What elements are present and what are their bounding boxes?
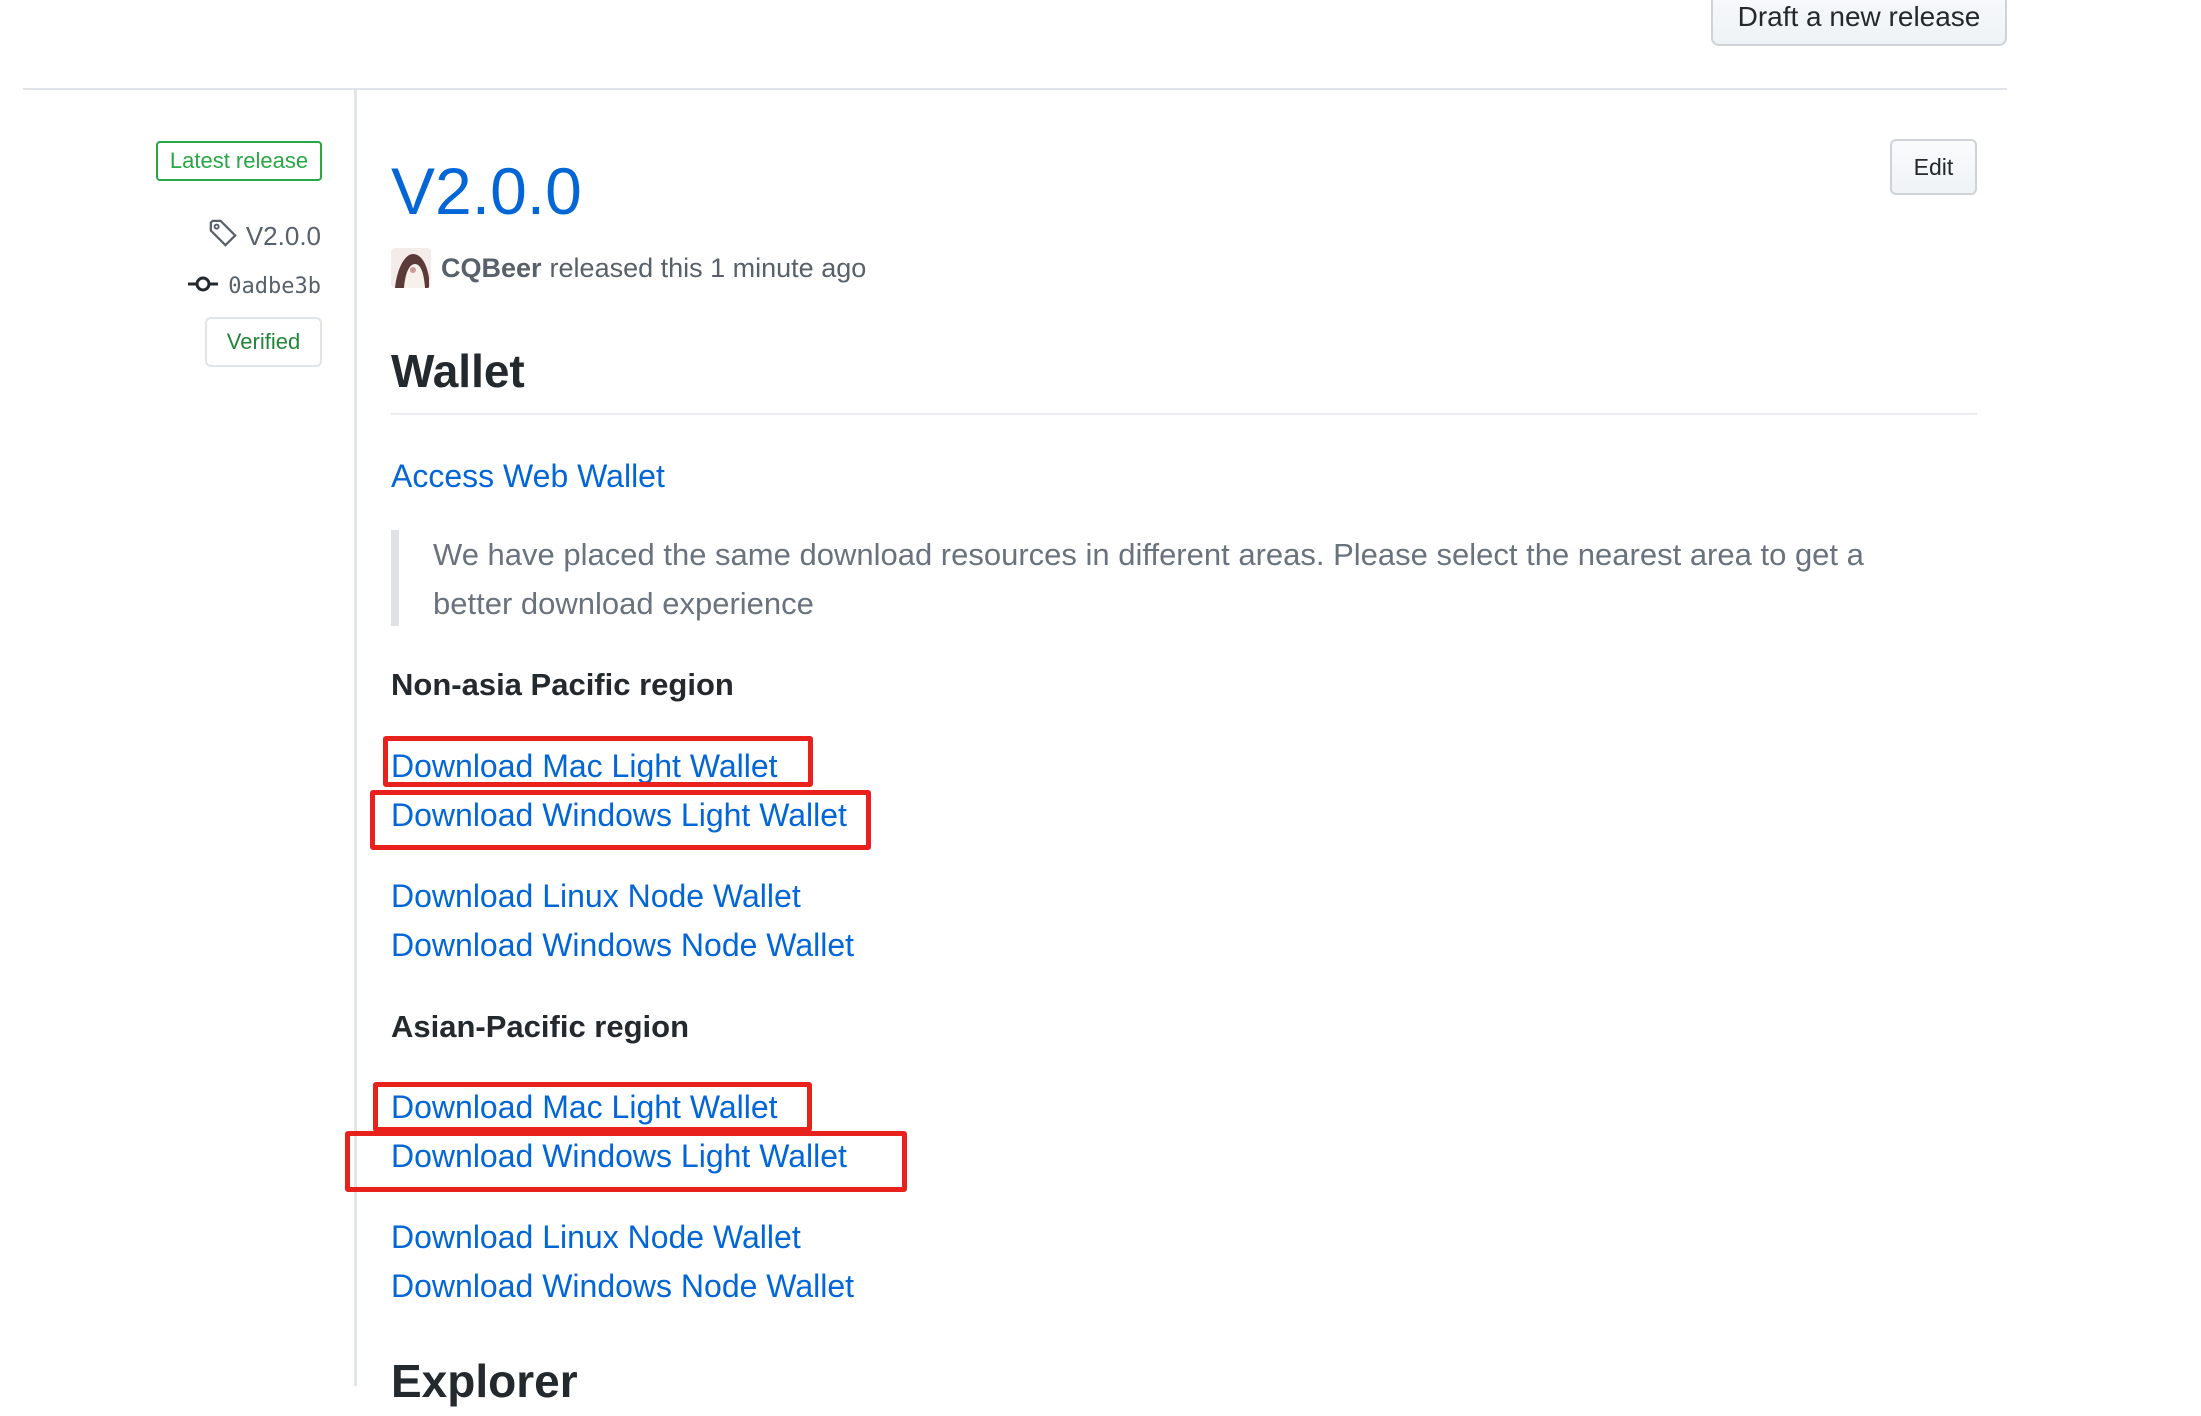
non-asia-linux-node-wallet-link[interactable]: Download Linux Node Wallet bbox=[391, 875, 801, 917]
release-title[interactable]: V2.0.0 bbox=[391, 146, 582, 236]
draft-new-release-button[interactable]: Draft a new release bbox=[1711, 0, 2007, 46]
release-byline: CQBeer released this 1 minute ago bbox=[391, 248, 866, 288]
asia-windows-node-wallet-link[interactable]: Download Windows Node Wallet bbox=[391, 1265, 854, 1307]
commit-link[interactable]: 0adbe3b bbox=[188, 274, 321, 299]
released-text: released this 1 minute ago bbox=[549, 252, 867, 283]
tag-icon bbox=[208, 218, 238, 255]
annotation-highlight bbox=[373, 1082, 812, 1132]
non-asia-windows-node-wallet-link[interactable]: Download Windows Node Wallet bbox=[391, 924, 854, 966]
blockquote: We have placed the same download resourc… bbox=[391, 530, 1951, 626]
access-web-wallet-link[interactable]: Access Web Wallet bbox=[391, 455, 665, 497]
latest-release-badge: Latest release bbox=[156, 141, 322, 181]
heading-divider bbox=[391, 413, 1977, 415]
annotation-highlight bbox=[383, 736, 813, 787]
annotation-highlight bbox=[345, 1131, 907, 1192]
avatar[interactable] bbox=[391, 248, 431, 288]
asia-region-heading: Asian-Pacific region bbox=[391, 1009, 690, 1044]
explorer-heading: Explorer bbox=[391, 1355, 578, 1407]
wallet-heading: Wallet bbox=[391, 345, 525, 397]
edit-button[interactable]: Edit bbox=[1890, 139, 1977, 195]
commit-hash: 0adbe3b bbox=[228, 274, 321, 299]
header-divider bbox=[23, 88, 2007, 90]
git-commit-icon bbox=[188, 274, 219, 299]
tag-link[interactable]: V2.0.0 bbox=[208, 218, 321, 255]
author-link[interactable]: CQBeer bbox=[441, 253, 542, 284]
asia-linux-node-wallet-link[interactable]: Download Linux Node Wallet bbox=[391, 1216, 801, 1258]
annotation-highlight bbox=[370, 790, 871, 850]
tag-label: V2.0.0 bbox=[245, 221, 321, 251]
non-asia-region-heading: Non-asia Pacific region bbox=[391, 667, 734, 702]
release-title-link[interactable]: V2.0.0 bbox=[391, 154, 582, 228]
verified-badge[interactable]: Verified bbox=[205, 317, 322, 367]
